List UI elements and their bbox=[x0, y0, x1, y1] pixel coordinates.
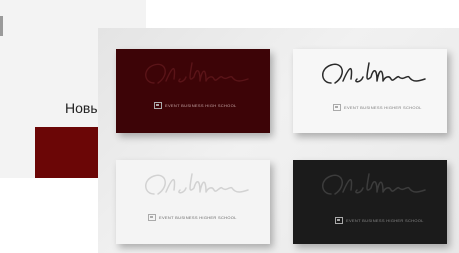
business-card-mockup: EVENT BUSINESS HIGH SCHOOL EVENT BUSINES… bbox=[98, 28, 459, 253]
card-tagline: EVENT BUSINESS HIGHER SCHOOL bbox=[346, 218, 424, 223]
logo-icon bbox=[333, 104, 341, 111]
logo-icon bbox=[154, 102, 162, 109]
card-tagline: EVENT BUSINESS HIGHER SCHOOL bbox=[159, 215, 237, 220]
card-tagline: EVENT BUSINESS HIGH SCHOOL bbox=[165, 103, 237, 108]
signature-logo bbox=[322, 173, 426, 195]
logo-icon bbox=[148, 214, 156, 221]
signature-logo bbox=[145, 62, 249, 84]
logo-icon bbox=[335, 217, 343, 224]
business-card-white: EVENT BUSINESS HIGHER SCHOOL bbox=[293, 49, 447, 133]
card-tagline: EVENT BUSINESS HIGHER SCHOOL bbox=[344, 105, 422, 110]
panel-title: Новы bbox=[65, 100, 101, 116]
business-card-burgundy: EVENT BUSINESS HIGH SCHOOL bbox=[116, 49, 270, 133]
business-card-black: EVENT BUSINESS HIGHER SCHOOL bbox=[293, 160, 447, 244]
signature-logo bbox=[322, 62, 426, 84]
scroll-indicator bbox=[0, 16, 3, 36]
business-card-light: EVENT BUSINESS HIGHER SCHOOL bbox=[116, 160, 270, 244]
signature-logo bbox=[145, 173, 249, 195]
